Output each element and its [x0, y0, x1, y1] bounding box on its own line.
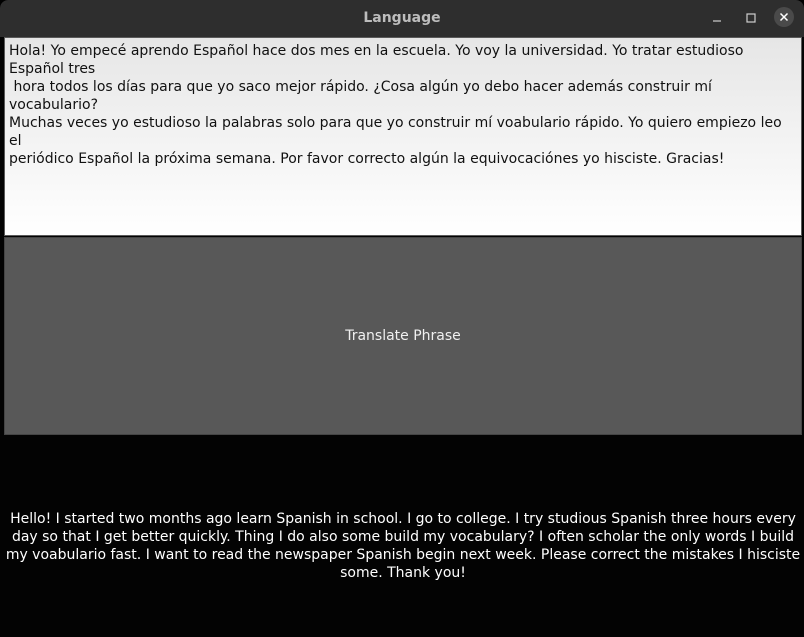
translate-phrase-button[interactable]: Translate Phrase [4, 237, 802, 435]
title-bar[interactable]: Language [0, 0, 804, 37]
window-title: Language [363, 10, 441, 26]
phrase-input[interactable]: Hola! Yo empecé aprendo Español hace dos… [4, 37, 802, 236]
minimize-icon [713, 20, 721, 22]
maximize-icon [746, 13, 756, 23]
minimize-button[interactable] [707, 8, 727, 28]
app-window: Language Hola! Yo empecé aprendo Español… [0, 0, 804, 637]
translation-output: Hello! I started two months ago learn Sp… [5, 511, 801, 581]
close-icon [779, 12, 789, 22]
close-button[interactable] [774, 7, 794, 27]
maximize-button[interactable] [741, 8, 761, 28]
